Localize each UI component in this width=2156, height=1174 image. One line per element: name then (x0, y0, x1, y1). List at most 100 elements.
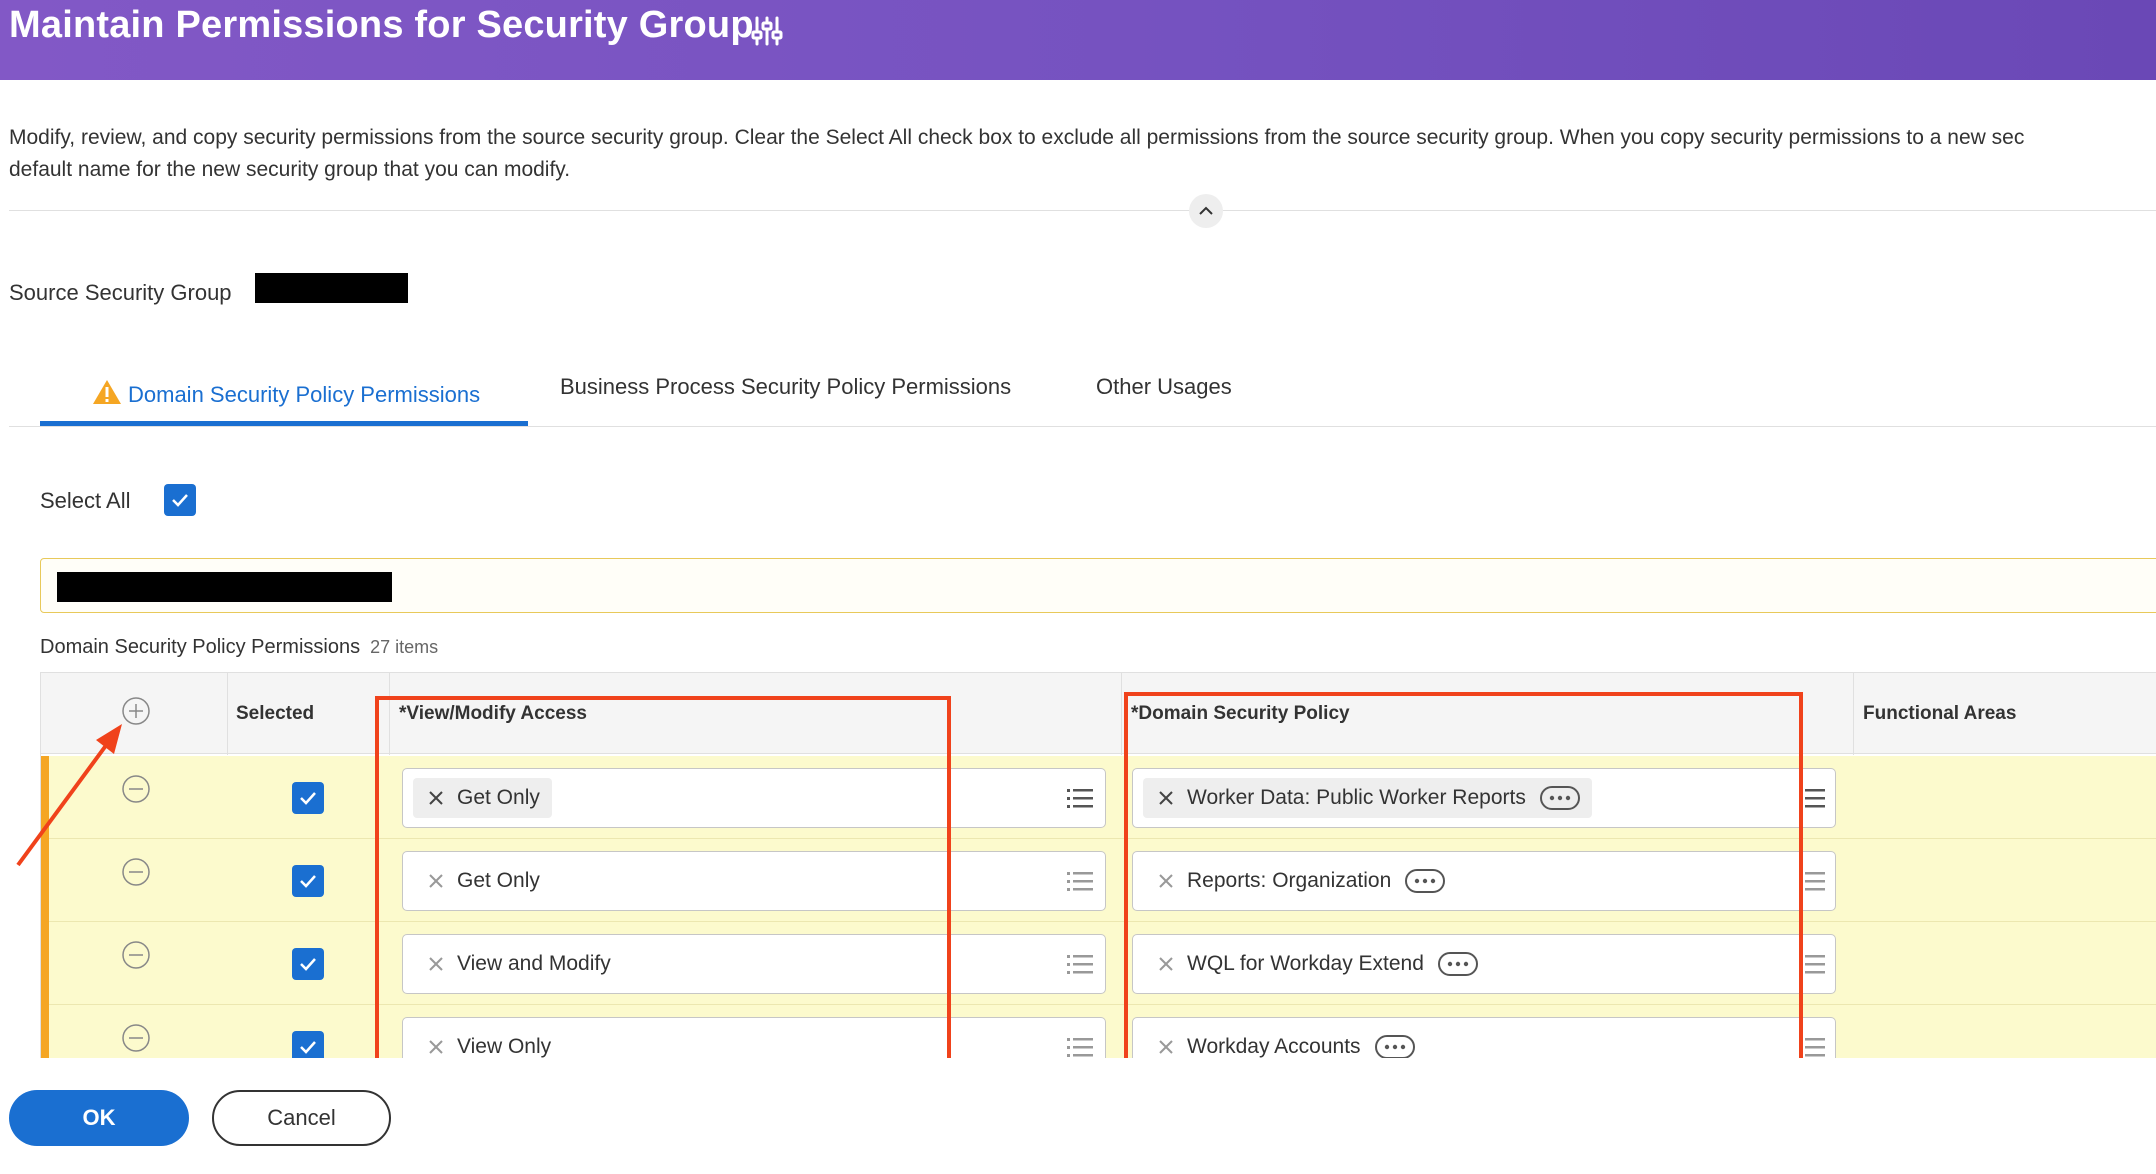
access-value: Get Only (457, 786, 540, 809)
source-security-group-value-redacted (255, 273, 408, 303)
column-header-functional-areas[interactable]: Functional Areas (1863, 703, 2016, 725)
column-divider (1853, 673, 1854, 755)
instructions-divider (9, 210, 2156, 211)
grid-header: Selected *View/Modify Access *Domain Sec… (41, 672, 2156, 755)
access-pill[interactable]: Get Only (413, 778, 552, 818)
access-pill[interactable]: View Only (413, 1027, 563, 1058)
footer-bar: OK Cancel (0, 1058, 2156, 1174)
row-selected-checkbox[interactable] (292, 948, 324, 980)
column-divider (389, 673, 390, 755)
close-icon[interactable] (1157, 872, 1175, 890)
row-warning-marker (41, 756, 49, 839)
table-row: Get Only Worker Data: Public Worker Repo… (41, 756, 2156, 839)
instructions-text: Modify, review, and copy security permis… (9, 122, 2156, 186)
page-title: Maintain Permissions for Security Group (9, 4, 754, 46)
policy-pill[interactable]: WQL for Workday Extend (1143, 944, 1490, 984)
list-icon[interactable] (1799, 869, 1825, 893)
column-divider (227, 673, 228, 755)
table-row: View Only Workday Accounts (41, 1005, 2156, 1058)
policy-prompt[interactable]: Workday Accounts (1132, 1017, 1836, 1058)
column-header-view-modify-access[interactable]: *View/Modify Access (399, 703, 587, 725)
policy-pill[interactable]: Workday Accounts (1143, 1027, 1427, 1058)
policy-prompt[interactable]: WQL for Workday Extend (1132, 934, 1836, 994)
policy-value: Worker Data: Public Worker Reports (1187, 786, 1526, 809)
policy-value: Reports: Organization (1187, 869, 1392, 892)
related-actions-button[interactable] (1539, 786, 1580, 810)
policy-value: WQL for Workday Extend (1187, 952, 1424, 975)
list-icon[interactable] (1067, 1035, 1093, 1058)
related-actions-button[interactable] (1437, 952, 1478, 976)
list-icon[interactable] (1799, 952, 1825, 976)
list-icon[interactable] (1067, 869, 1093, 893)
page-header: Maintain Permissions for Security Group (0, 0, 2156, 80)
more-icon (1549, 795, 1571, 801)
column-header-selected[interactable]: Selected (236, 703, 314, 725)
policy-value: Workday Accounts (1187, 1035, 1361, 1058)
list-icon[interactable] (1799, 1035, 1825, 1058)
list-icon[interactable] (1067, 952, 1093, 976)
search-input[interactable] (40, 558, 2156, 613)
warning-icon (93, 380, 121, 404)
ok-button[interactable]: OK (9, 1090, 189, 1146)
close-icon[interactable] (427, 955, 445, 973)
tab-other-usages[interactable]: Other Usages (1096, 360, 1232, 426)
checkmark-icon (172, 494, 188, 507)
remove-row-icon[interactable] (121, 1023, 151, 1053)
policy-pill[interactable]: Reports: Organization (1143, 861, 1457, 901)
access-value: Get Only (457, 869, 540, 892)
access-pill[interactable]: View and Modify (413, 944, 623, 984)
access-prompt[interactable]: View Only (402, 1017, 1106, 1058)
access-prompt[interactable]: Get Only (402, 768, 1106, 828)
remove-row-icon[interactable] (121, 774, 151, 804)
table-row: View and Modify WQL for Workday Extend (41, 922, 2156, 1005)
row-warning-marker (41, 1005, 49, 1058)
list-icon[interactable] (1067, 786, 1093, 810)
more-icon (1447, 961, 1469, 967)
close-icon[interactable] (427, 789, 445, 807)
close-icon[interactable] (1157, 789, 1175, 807)
row-warning-marker (41, 839, 49, 922)
checkmark-icon (300, 958, 316, 971)
collapse-instructions-button[interactable] (1189, 194, 1223, 228)
column-header-domain-security-policy[interactable]: *Domain Security Policy (1131, 703, 1350, 725)
checkmark-icon (300, 1041, 316, 1054)
close-icon[interactable] (1157, 955, 1175, 973)
tab-business-process-security-policy-permissions[interactable]: Business Process Security Policy Permiss… (560, 360, 1011, 426)
related-actions-button[interactable] (1374, 1035, 1415, 1058)
search-value-redacted (57, 572, 392, 602)
column-divider (1121, 673, 1122, 755)
close-icon[interactable] (1157, 1038, 1175, 1056)
instructions-line-1: Modify, review, and copy security permis… (9, 126, 2025, 149)
remove-row-icon[interactable] (121, 857, 151, 887)
row-warning-marker (41, 922, 49, 1005)
list-icon[interactable] (1799, 786, 1825, 810)
grid-title: Domain Security Policy Permissions 27 ite… (40, 636, 438, 659)
access-prompt[interactable]: Get Only (402, 851, 1106, 911)
select-all-checkbox[interactable] (164, 484, 196, 516)
checkmark-icon (300, 875, 316, 888)
row-selected-checkbox[interactable] (292, 865, 324, 897)
access-pill[interactable]: Get Only (413, 861, 552, 901)
close-icon[interactable] (427, 872, 445, 890)
add-row-icon[interactable] (121, 696, 151, 726)
cancel-button[interactable]: Cancel (212, 1090, 391, 1146)
remove-row-icon[interactable] (121, 940, 151, 970)
more-icon (1415, 878, 1436, 884)
close-icon[interactable] (427, 1038, 445, 1056)
source-security-group-label: Source Security Group (9, 280, 232, 305)
instructions-line-2: default name for the new security group … (9, 158, 571, 181)
row-selected-checkbox[interactable] (292, 782, 324, 814)
policy-pill[interactable]: Worker Data: Public Worker Reports (1143, 778, 1592, 818)
access-value: View and Modify (457, 952, 611, 975)
policy-prompt[interactable]: Worker Data: Public Worker Reports (1132, 768, 1836, 828)
sliders-icon[interactable] (750, 14, 784, 48)
access-prompt[interactable]: View and Modify (402, 934, 1106, 994)
grid-title-label: Domain Security Policy Permissions (40, 636, 361, 658)
tabs-divider (9, 426, 2156, 427)
row-selected-checkbox[interactable] (292, 1031, 324, 1058)
checkmark-icon (300, 792, 316, 805)
tab-domain-security-policy-permissions[interactable]: Domain Security Policy Permissions (40, 360, 528, 426)
related-actions-button[interactable] (1405, 869, 1446, 893)
policy-prompt[interactable]: Reports: Organization (1132, 851, 1836, 911)
tab-label: Business Process Security Policy Permiss… (560, 374, 1012, 399)
